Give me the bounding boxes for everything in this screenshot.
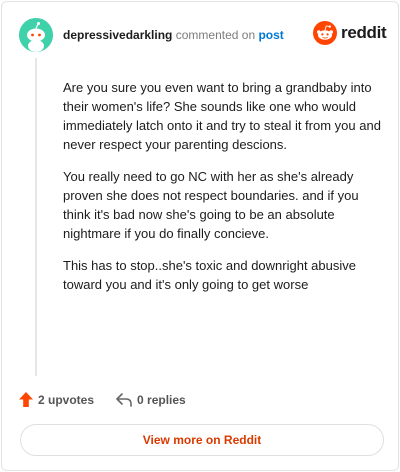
- reddit-brand[interactable]: reddit: [313, 21, 387, 45]
- comment-paragraph: Are you sure you even want to bring a gr…: [63, 80, 381, 152]
- comment-body: Are you sure you even want to bring a gr…: [63, 78, 383, 307]
- comment-embed-card: depressivedarkling commented on post red…: [1, 1, 399, 471]
- comment-paragraph: You really need to go NC with her as she…: [63, 169, 359, 241]
- upvotes-action[interactable]: 2 upvotes: [19, 392, 94, 407]
- view-more-button[interactable]: View more on Reddit: [20, 424, 384, 456]
- post-link[interactable]: post: [258, 28, 283, 42]
- avatar[interactable]: [19, 18, 53, 52]
- comment-actions: 2 upvotes 0 replies: [19, 392, 186, 407]
- comment-header: depressivedarkling commented on post: [63, 28, 284, 42]
- reddit-logo-icon: [313, 21, 337, 45]
- commented-on-text: commented on: [175, 28, 256, 42]
- thread-line: [35, 58, 37, 376]
- reply-arrow-icon: [116, 392, 132, 407]
- upvotes-count: 2 upvotes: [38, 392, 95, 407]
- comment-paragraph: This has to stop..she's toxic and downri…: [63, 258, 356, 292]
- replies-count: 0 replies: [137, 392, 186, 407]
- upvote-arrow-icon: [19, 392, 33, 407]
- username-link[interactable]: depressivedarkling: [63, 28, 172, 42]
- snoo-avatar-icon: [19, 18, 53, 52]
- reddit-wordmark: reddit: [341, 23, 387, 42]
- replies-action[interactable]: 0 replies: [116, 393, 186, 407]
